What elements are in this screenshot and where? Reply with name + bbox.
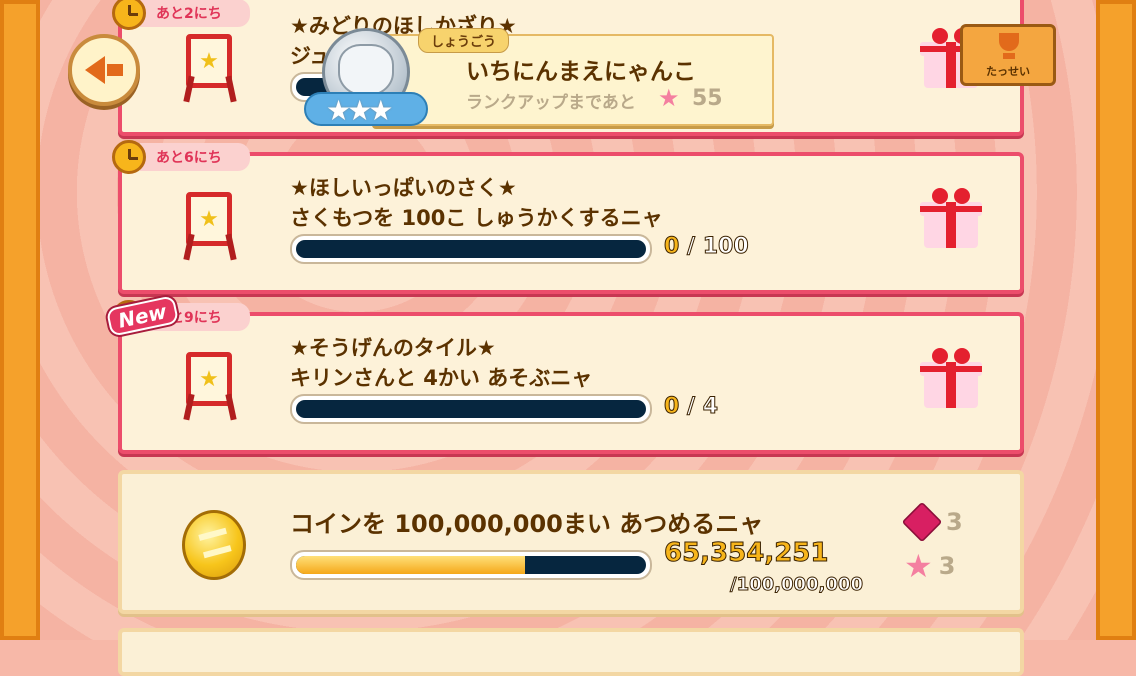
- rank-up-value: 55: [692, 86, 723, 111]
- trophy-icon: [991, 33, 1027, 61]
- quest-card-3[interactable]: あと9にち ★ ★そうげんのタイル★ キリンさんと 4かい あそぶニャ 0 / …: [112, 300, 1024, 454]
- next-quest-card[interactable]: [118, 628, 1024, 676]
- coin-quest-card[interactable]: コインを 100,000,000まい あつめるニャ 65,354,251 /10…: [118, 470, 1024, 614]
- quest-description: さくもつを 100こ しゅうかくするニャ: [290, 206, 663, 230]
- left-frame-rail: [0, 0, 40, 640]
- quest-total: 4: [702, 394, 719, 420]
- clock-icon: [112, 140, 146, 174]
- quest-progress-bar: [290, 394, 652, 424]
- coin-quest-description: コインを 100,000,000まい あつめるニャ: [290, 510, 764, 538]
- easel-icon: ★: [180, 188, 240, 261]
- rank-up-label: ランクアップまであと: [466, 93, 636, 113]
- gift-reward-icon[interactable]: [920, 346, 982, 408]
- quest-timer: あと2にち: [112, 0, 250, 30]
- coin-current: 65,354,251: [663, 538, 829, 569]
- pink-star-icon: ★: [904, 547, 933, 585]
- rank-name: いちにんまえにゃんこ: [466, 59, 696, 85]
- quest-timer: あと6にち: [112, 140, 250, 174]
- coin-goal: /100,000,000: [730, 574, 864, 596]
- easel-icon: ★: [180, 348, 240, 421]
- back-button[interactable]: [68, 34, 140, 106]
- quest-days-left: あと6にち: [140, 143, 250, 171]
- star-reward: ★ 3: [904, 550, 955, 582]
- pink-star-icon: ★: [658, 84, 680, 112]
- quest-card-2[interactable]: あと6にち ★ ★ほしいっぱいのさく★ さくもつを 100こ しゅうかくするニャ…: [112, 140, 1024, 294]
- back-arrow-icon: [85, 56, 105, 84]
- quest-current: 0: [663, 234, 680, 260]
- gem-reward-count: 3: [946, 508, 963, 536]
- quest-total: 100: [702, 234, 749, 260]
- quest-title: ★ほしいっぱいのさく★: [290, 176, 517, 200]
- right-frame-rail: [1096, 0, 1136, 640]
- quest-description: キリンさんと 4かい あそぶニャ: [290, 366, 593, 390]
- quest-progress-bar: [290, 234, 652, 264]
- quest-slash: /: [686, 394, 696, 420]
- quest-slash: /: [686, 234, 696, 260]
- easel-icon: ★: [180, 30, 240, 103]
- rank-stars-icon: ★★★: [326, 94, 393, 127]
- cat-face-icon: [338, 44, 394, 96]
- star-reward-count: 3: [938, 552, 956, 580]
- quest-progress-count: 0 / 100: [663, 234, 749, 260]
- coin-progress-fill: [296, 556, 525, 574]
- coin-icon: [182, 510, 246, 580]
- gem-reward: 3: [901, 501, 963, 543]
- quest-title: ★そうげんのタイル★: [290, 336, 496, 360]
- gift-reward-icon[interactable]: [920, 186, 982, 248]
- achievements-button[interactable]: たっせい: [960, 24, 1056, 86]
- quest-current: 0: [663, 394, 680, 420]
- achievements-label: たっせい: [986, 65, 1030, 78]
- quest-days-left: あと2にち: [140, 0, 250, 27]
- gem-icon: [901, 501, 943, 543]
- quest-progress-count: 0 / 4: [663, 394, 719, 420]
- cat-medal-icon: ★★★: [304, 28, 428, 138]
- rank-tag: しょうごう: [418, 28, 510, 53]
- coin-progress-bar: [290, 550, 652, 580]
